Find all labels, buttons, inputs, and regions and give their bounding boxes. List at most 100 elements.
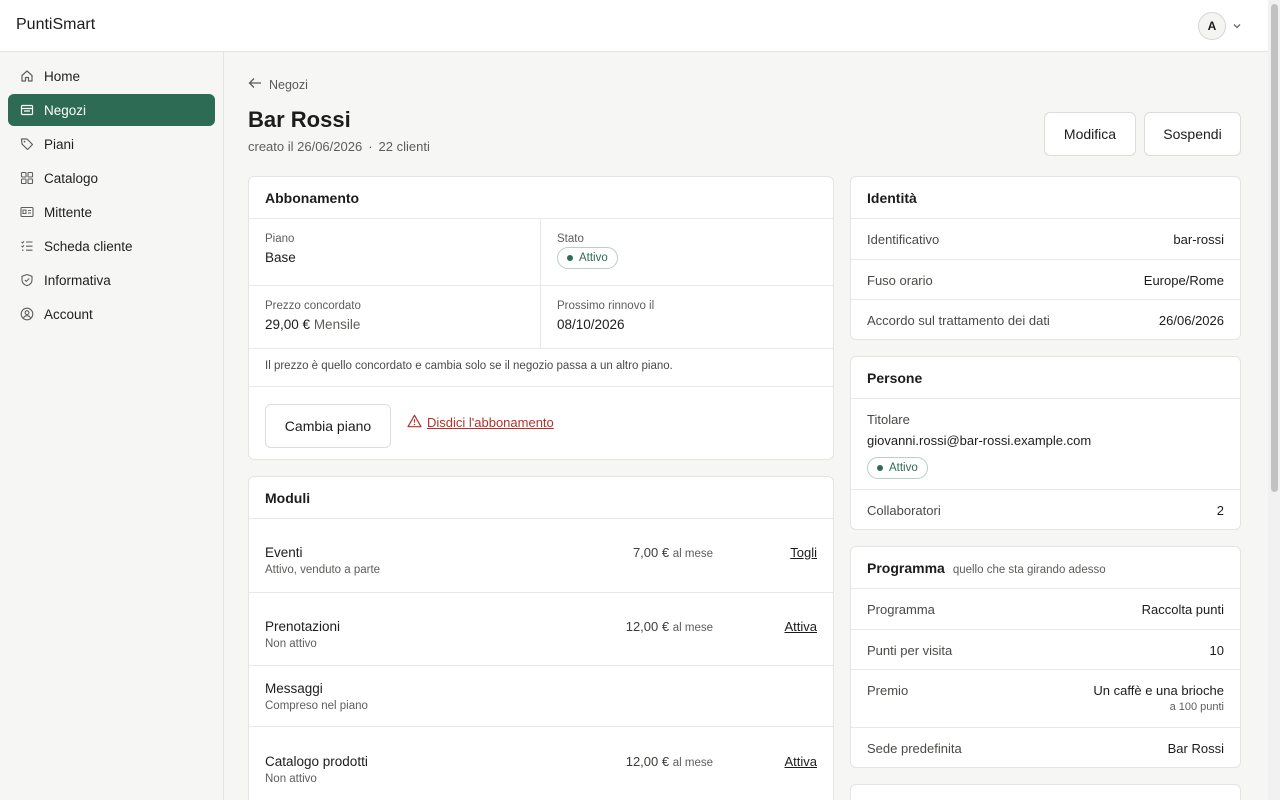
program-row: Punti per visita 10 bbox=[851, 630, 1240, 670]
price-amount: 29,00 € bbox=[265, 317, 311, 332]
identity-value: Europe/Rome bbox=[1143, 273, 1224, 288]
identity-value: 26/06/2026 bbox=[1158, 313, 1224, 328]
sidebar-item-piani[interactable]: Piani bbox=[8, 128, 215, 160]
module-price-unit: al mese bbox=[672, 622, 713, 634]
status-cell: Stato Attivo bbox=[541, 219, 833, 286]
price-label: Prezzo concordato bbox=[265, 300, 361, 312]
module-remove-link[interactable]: Togli bbox=[790, 545, 817, 560]
module-row: Prenotazioni Non attivo 12,00 € al mese … bbox=[249, 593, 833, 666]
modules-card: Moduli Eventi Attivo, venduto a parte 7,… bbox=[248, 476, 834, 800]
sidebar-item-catalogo[interactable]: Catalogo bbox=[8, 162, 215, 194]
sidebar-item-account[interactable]: Account bbox=[8, 298, 215, 330]
sidebar-item-negozi[interactable]: Negozi bbox=[8, 94, 215, 126]
arrow-left-icon bbox=[248, 77, 262, 92]
subscription-title: Abbonamento bbox=[249, 177, 833, 219]
program-row: Programma Raccolta punti bbox=[851, 589, 1240, 630]
brand-logo[interactable]: PuntiSmart bbox=[16, 16, 95, 34]
scrollbar-thumb[interactable] bbox=[1271, 4, 1278, 492]
meta-separator: · bbox=[368, 139, 373, 154]
page-scrollbar[interactable] bbox=[1268, 0, 1280, 800]
module-price: 12,00 € al mese bbox=[626, 619, 713, 634]
program-card: Programma quello che sta girando adesso P… bbox=[850, 546, 1241, 768]
renewal-value: 08/10/2026 bbox=[557, 317, 625, 332]
sidebar-item-label: Informativa bbox=[44, 272, 111, 288]
collaborators-count: 2 bbox=[1216, 503, 1224, 518]
program-row: Sede predefinita Bar Rossi bbox=[851, 728, 1240, 767]
people-title: Persone bbox=[851, 357, 1240, 399]
owner-label: Titolare bbox=[867, 412, 910, 427]
module-activate-link[interactable]: Attiva bbox=[784, 619, 817, 634]
module-price-amount: 7,00 € bbox=[632, 545, 670, 560]
modules-title: Moduli bbox=[249, 477, 833, 519]
top-bar: PuntiSmart A bbox=[0, 0, 1280, 52]
avatar[interactable]: A bbox=[1198, 12, 1226, 40]
owner-section: Titolare giovanni.rossi@bar-rossi.exampl… bbox=[851, 399, 1240, 490]
program-value: Un caffè e una brioche a 100 punti bbox=[1093, 683, 1224, 713]
warning-icon bbox=[407, 414, 422, 431]
sidebar-item-informativa[interactable]: Informativa bbox=[8, 264, 215, 296]
sidebar-item-label: Account bbox=[44, 306, 93, 322]
plan-value: Base bbox=[265, 250, 296, 265]
program-title: Programma bbox=[867, 560, 945, 576]
sidebar-item-mittente[interactable]: Mittente bbox=[8, 196, 215, 228]
program-value: Bar Rossi bbox=[1167, 741, 1224, 756]
sidebar-item-label: Piani bbox=[44, 136, 75, 152]
program-key: Sede predefinita bbox=[867, 741, 962, 756]
page-meta: creato il 26/06/2026 · 22 clienti bbox=[248, 139, 430, 154]
created-date: creato il 26/06/2026 bbox=[248, 139, 363, 154]
module-name: Eventi bbox=[265, 545, 303, 560]
identity-row: Identificativo bar-rossi bbox=[851, 219, 1240, 260]
grid-icon bbox=[20, 171, 34, 185]
collaborators-label: Collaboratori bbox=[867, 503, 941, 518]
sidebar-item-label: Negozi bbox=[44, 102, 87, 118]
identity-card: Identità Identificativo bar-rossi Fuso o… bbox=[850, 176, 1241, 340]
module-price: 12,00 € al mese bbox=[626, 754, 713, 769]
reward-text: Un caffè e una brioche bbox=[1093, 683, 1224, 698]
module-status: Non attivo bbox=[265, 638, 317, 650]
identity-row: Accordo sul trattamento dei dati 26/06/2… bbox=[851, 300, 1240, 339]
sidebar-item-label: Catalogo bbox=[44, 170, 99, 186]
back-link[interactable]: Negozi bbox=[248, 77, 308, 92]
page-title: Bar Rossi bbox=[248, 107, 351, 132]
module-row: Catalogo prodotti Non attivo 12,00 € al … bbox=[249, 727, 833, 800]
subscription-card: Abbonamento Piano Base Stato Attivo Prez… bbox=[248, 176, 834, 460]
id-card-icon bbox=[20, 205, 34, 219]
chevron-down-icon[interactable] bbox=[1232, 21, 1242, 31]
suspend-button[interactable]: Sospendi bbox=[1144, 112, 1241, 156]
cancel-subscription-label: Disdici l'abbonamento bbox=[427, 415, 554, 430]
status-badge: Attivo bbox=[557, 247, 618, 269]
sidebar-item-scheda-cliente[interactable]: Scheda cliente bbox=[8, 230, 215, 262]
module-price-amount: 12,00 € bbox=[625, 619, 670, 634]
module-name: Messaggi bbox=[265, 681, 323, 696]
identity-key: Accordo sul trattamento dei dati bbox=[867, 313, 1050, 328]
sidebar-item-home[interactable]: Home bbox=[8, 60, 215, 92]
program-value: Raccolta punti bbox=[1141, 602, 1224, 617]
module-price-unit: al mese bbox=[672, 757, 713, 769]
module-name: Prenotazioni bbox=[265, 619, 341, 634]
identity-key: Identificativo bbox=[867, 232, 940, 247]
sidebar-item-label: Scheda cliente bbox=[44, 238, 133, 254]
checklist-icon bbox=[20, 239, 34, 253]
status-dot bbox=[567, 255, 573, 261]
home-icon bbox=[20, 69, 34, 83]
reward-threshold: a 100 punti bbox=[1169, 701, 1224, 713]
status-dot bbox=[877, 465, 883, 471]
program-key: Programma bbox=[867, 602, 935, 617]
cancel-subscription-link[interactable]: Disdici l'abbonamento bbox=[407, 414, 554, 431]
user-circle-icon bbox=[20, 307, 34, 321]
owner-email: giovanni.rossi@bar-rossi.example.com bbox=[867, 433, 1092, 448]
user-menu[interactable]: A bbox=[1198, 12, 1242, 40]
price-note: Il prezzo è quello concordato e cambia s… bbox=[249, 349, 833, 387]
subscription-actions: Cambia piano Disdici l'abbonamento bbox=[249, 387, 833, 459]
price-cell: Prezzo concordato 29,00 € Mensile bbox=[249, 286, 541, 349]
sidebar-item-label: Mittente bbox=[44, 204, 93, 220]
edit-button[interactable]: Modifica bbox=[1044, 112, 1136, 156]
tag-icon bbox=[20, 137, 34, 151]
identity-value: bar-rossi bbox=[1173, 232, 1224, 247]
next-card bbox=[850, 784, 1241, 800]
main-content: Negozi Bar Rossi creato il 26/06/2026 · 2 2… bbox=[224, 52, 1268, 800]
renewal-label: Prossimo rinnovo il bbox=[557, 300, 655, 312]
program-header: Programma quello che sta girando adesso bbox=[851, 547, 1240, 589]
change-plan-button[interactable]: Cambia piano bbox=[265, 404, 391, 448]
module-activate-link[interactable]: Attiva bbox=[784, 754, 817, 769]
